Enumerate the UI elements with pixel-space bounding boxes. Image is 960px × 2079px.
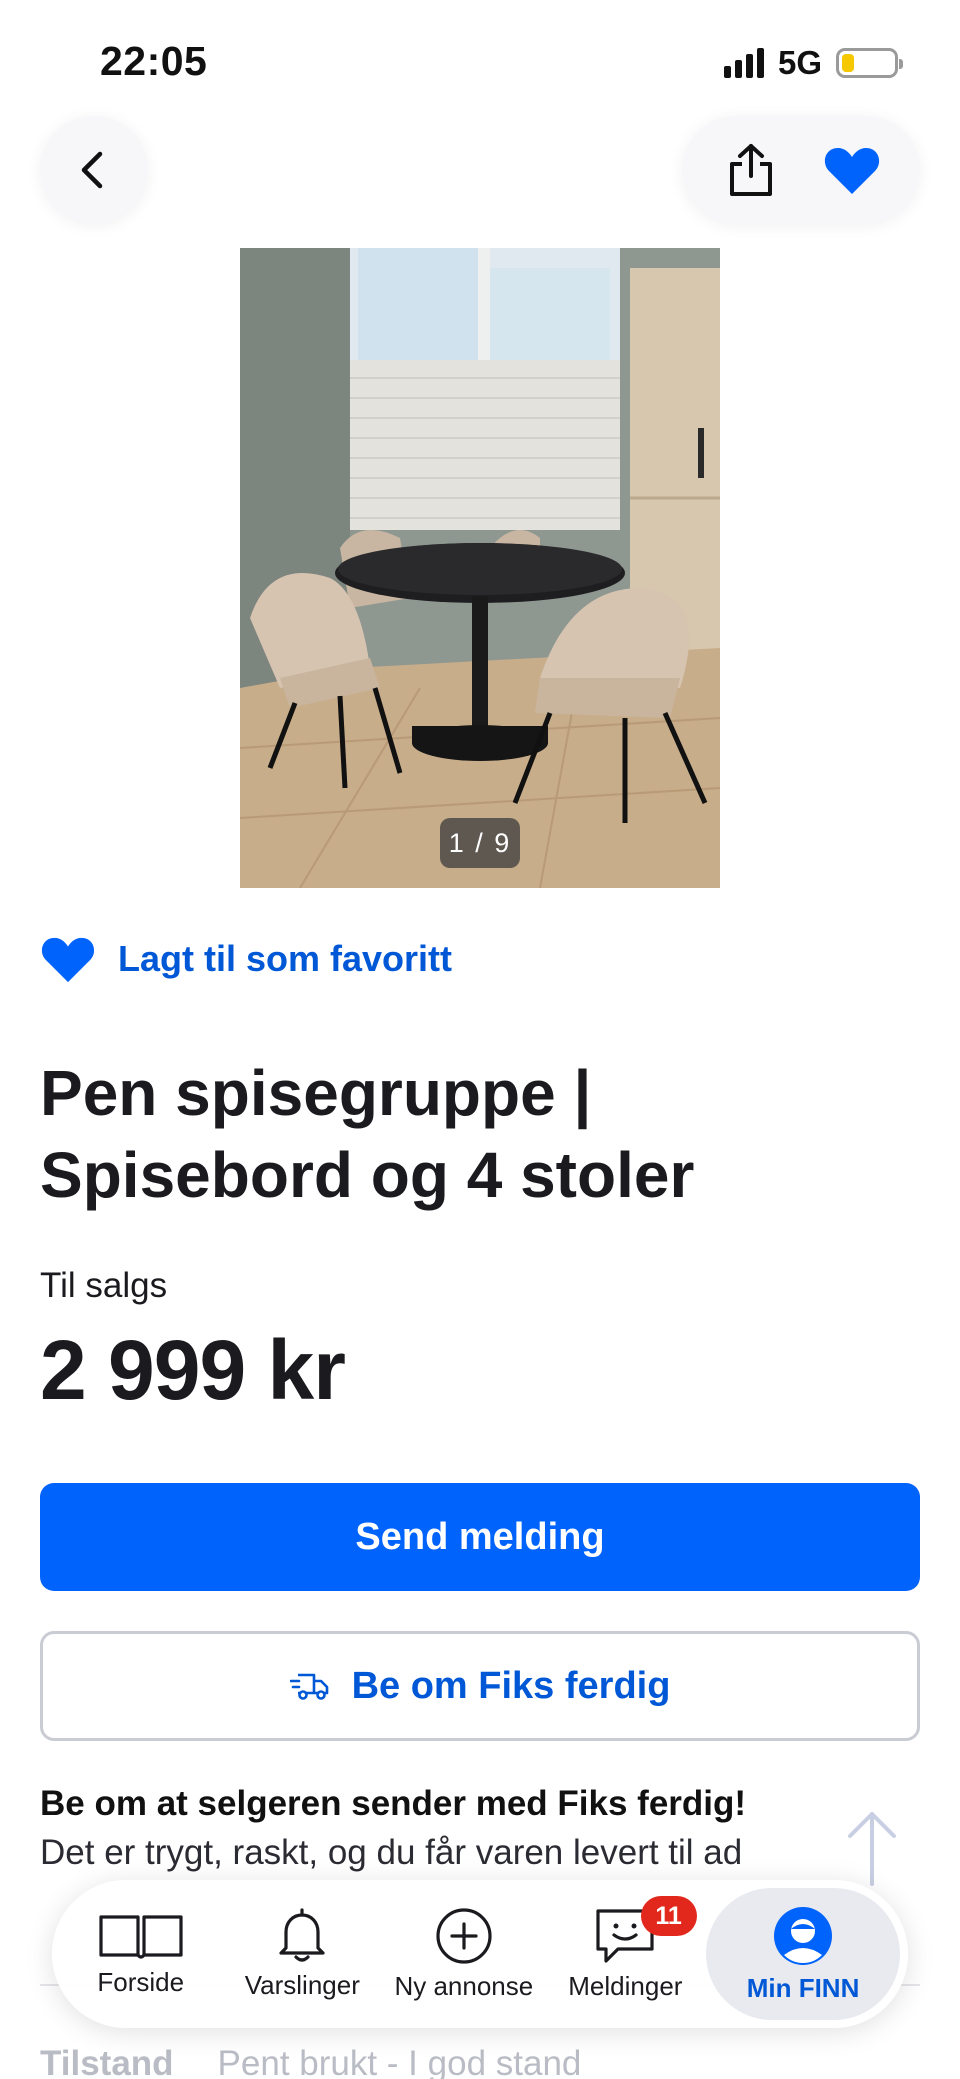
details-row: Tilstand Pent brukt - I god stand [40,2044,581,2079]
share-button[interactable] [711,130,791,210]
details-label: Tilstand [40,2044,174,2079]
action-pill [682,116,920,224]
nav-label: Ny annonse [394,1970,534,2001]
status-indicators: 5G [723,44,903,82]
nav-forside[interactable]: Forside [60,1888,222,2020]
unread-badge: 11 [640,1896,697,1936]
send-message-button[interactable]: Send melding [40,1483,920,1591]
dining-set-photo [240,248,720,888]
photo-counter: 1 / 9 [440,818,520,868]
status-time: 22:05 [100,38,208,84]
sale-type: Til salgs [40,1266,168,1305]
nav-label: Forside [97,1966,185,1997]
favorite-label: Lagt til som favoritt [118,938,453,979]
status-bar: 22:05 5G [0,0,960,120]
arrow-up-icon [848,1812,896,1886]
fiks-ferdig-label: Be om Fiks ferdig [351,1664,671,1707]
fiks-ferdig-button[interactable]: Be om Fiks ferdig [40,1631,920,1741]
delivery-truck-icon [289,1673,328,1700]
nav-meldinger[interactable]: 11 Meldinger [545,1888,707,2020]
nav-label: Meldinger [568,1970,683,2001]
battery-icon [836,48,903,78]
listing-price: 2 999 kr [40,1323,346,1417]
nav-ny-annonse[interactable]: Ny annonse [383,1888,545,2020]
chevron-left-icon [81,151,103,189]
share-icon [729,144,772,196]
plus-circle-icon [436,1907,492,1964]
network-type: 5G [777,44,822,81]
details-value: Pent brukt - I god stand [217,2044,582,2079]
nav-label: Min FINN [746,1972,860,2003]
favorite-status[interactable]: Lagt til som favoritt [40,934,452,984]
listing-title: Pen spisegruppe | Spisebord og 4 stoler [40,1057,695,1211]
user-avatar-icon [774,1906,833,1965]
nav-label: Varslinger [244,1969,360,2000]
fiks-info-title: Be om at selgeren sender med Fiks ferdig… [40,1784,747,1823]
favorite-toggle-button[interactable] [812,130,892,210]
heart-filled-icon [41,937,95,983]
signal-icon [723,48,764,78]
nav-min-finn[interactable]: Min FINN [706,1888,900,2020]
heart-filled-icon [824,148,879,194]
listing-photo[interactable] [240,248,720,888]
back-button[interactable] [40,116,148,224]
scroll-to-top-button[interactable] [844,1808,900,1893]
bottom-navigation: Forside Varslinger Ny annonse 11 Melding… [52,1880,908,2028]
bell-icon [279,1907,325,1962]
nav-varslinger[interactable]: Varslinger [222,1888,384,2020]
fiks-info-body: Det er trygt, raskt, og du får varen lev… [40,1833,743,1872]
open-book-icon [99,1914,183,1959]
